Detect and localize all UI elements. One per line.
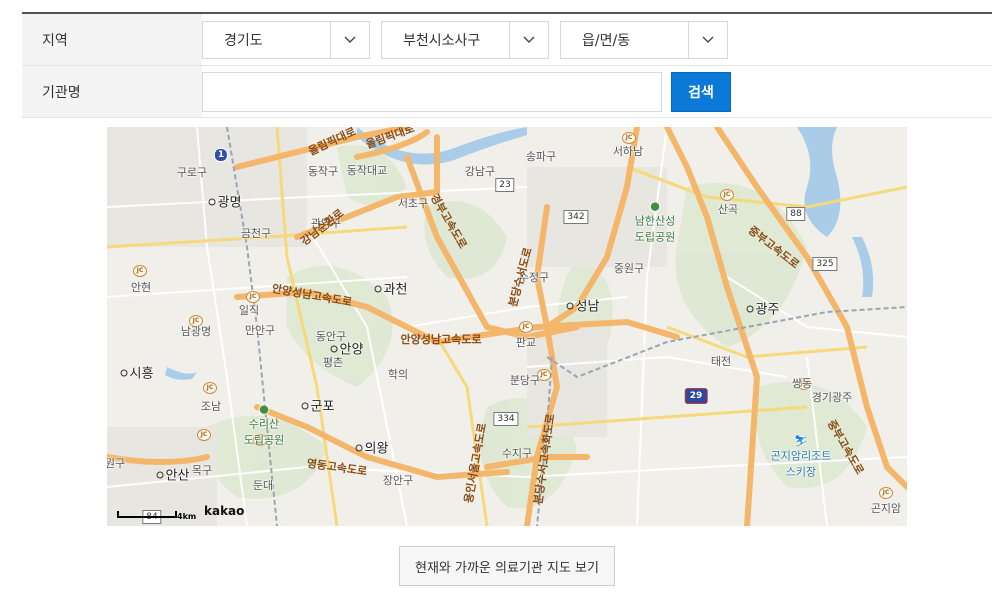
nearby-hospitals-map-button[interactable]: 현재와 가까운 의료기관 지도 보기 — [399, 546, 615, 586]
city-label: 과천 — [374, 279, 407, 298]
ski-resort-label: ⛷ 곤지암리조트 스키장 — [770, 434, 832, 479]
city-label: 광명 — [208, 192, 241, 211]
search-form: 지역 경기도 부천시소사구 읍/면/동 기관명 검색 — [22, 12, 992, 118]
jc-marker: JC — [720, 189, 734, 201]
jc-marker: JC — [519, 321, 533, 333]
city-dot-icon — [301, 402, 309, 410]
park-label: ● 남한산성 도립공원 — [634, 199, 676, 244]
route-88-shield: 88 — [786, 207, 806, 221]
city-dot-icon — [120, 369, 128, 377]
district-label: 목구 — [191, 464, 213, 477]
kakao-logo: kakao — [204, 504, 245, 518]
district-label: 동작구 — [307, 165, 339, 178]
route-334-shield: 334 — [493, 412, 519, 426]
town-select-value: 읍/면/동 — [582, 33, 631, 49]
park-icon: ● — [650, 199, 660, 213]
city-select-value: 부천시소사구 — [403, 33, 481, 49]
city-label: 의왕 — [355, 438, 388, 457]
city-dot-icon — [355, 444, 363, 452]
district-label: 판교 — [515, 336, 537, 349]
jc-marker: JC — [133, 265, 147, 277]
district-label: 중원구 — [613, 262, 645, 275]
district-label: 서초구 — [397, 197, 429, 210]
route-29-shield: 29 — [684, 388, 708, 404]
district-label: 서하남 — [612, 145, 644, 158]
road-label: 안양성남고속도로 — [400, 333, 482, 346]
city-label: 군포 — [301, 396, 334, 415]
city-dot-icon — [374, 285, 382, 293]
park-label: ● 수리산 도립공원 — [243, 402, 285, 447]
district-label: 안현 — [130, 281, 152, 294]
district-label: 평촌 — [322, 356, 344, 369]
city-dot-icon — [156, 471, 164, 479]
district-label: 조남 — [200, 400, 222, 413]
town-select[interactable]: 읍/면/동 — [560, 21, 728, 59]
route-1-shield: 1 — [213, 148, 229, 162]
city-dot-icon — [746, 305, 754, 313]
district-label: 강남구 — [464, 165, 496, 178]
district-label: 둔대 — [252, 479, 274, 492]
city-label: 성남 — [566, 296, 599, 315]
district-label: 경기광주 — [811, 391, 853, 404]
district-label: 동안구 — [315, 330, 347, 343]
district-label: 쌍동 — [791, 377, 813, 390]
district-label: 태전 — [710, 355, 732, 368]
district-label: 남광명 — [180, 325, 212, 338]
chevron-down-icon[interactable] — [330, 22, 369, 58]
org-label: 기관명 — [22, 66, 202, 117]
chevron-down-icon[interactable] — [688, 22, 727, 58]
city-label: 광주 — [746, 299, 779, 318]
scale-line — [117, 511, 177, 518]
jc-marker: JC — [197, 429, 211, 441]
province-select-value: 경기도 — [224, 33, 263, 49]
ski-icon: ⛷ — [794, 434, 808, 448]
district-label: 구로구 — [176, 166, 208, 179]
district-label: 금천구 — [240, 227, 272, 240]
jc-marker: JC — [879, 487, 893, 499]
district-label: 산곡 — [717, 203, 739, 216]
city-select[interactable]: 부천시소사구 — [381, 21, 549, 59]
district-label: 수지구 — [501, 447, 533, 460]
city-label: 안산 — [156, 465, 189, 484]
route-325-shield: 325 — [812, 257, 838, 271]
park-icon: ● — [259, 402, 269, 416]
district-label: 분당구 — [509, 374, 541, 387]
region-row: 지역 경기도 부천시소사구 읍/면/동 — [22, 14, 992, 66]
jc-marker: JC — [203, 382, 217, 394]
district-label: 곤지암 — [870, 502, 902, 515]
scale-label: 4km — [177, 512, 197, 521]
region-label: 지역 — [22, 14, 202, 65]
org-row: 기관명 검색 — [22, 66, 992, 118]
district-label: 학의 — [387, 368, 409, 381]
search-button[interactable]: 검색 — [671, 72, 731, 112]
district-label: 만안구 — [244, 324, 276, 337]
city-dot-icon — [330, 345, 338, 353]
district-label: 동작대교 — [346, 164, 388, 177]
map-view[interactable]: 1 23 342 88 325 29 334 84 JC JC JC JC JC… — [107, 127, 907, 526]
city-dot-icon — [208, 198, 216, 206]
city-dot-icon — [566, 302, 574, 310]
district-label: 장안구 — [382, 474, 414, 487]
city-label: 시흥 — [120, 363, 153, 382]
district-label: 송파구 — [525, 150, 557, 163]
province-select[interactable]: 경기도 — [202, 21, 370, 59]
map-scale: 4km — [117, 511, 196, 521]
org-name-input[interactable] — [202, 72, 662, 112]
district-label: 일직 — [238, 304, 260, 317]
district-label: 원구 — [107, 457, 126, 470]
route-23-shield: 23 — [495, 178, 515, 192]
chevron-down-icon[interactable] — [509, 22, 548, 58]
route-342-shield: 342 — [563, 210, 589, 224]
